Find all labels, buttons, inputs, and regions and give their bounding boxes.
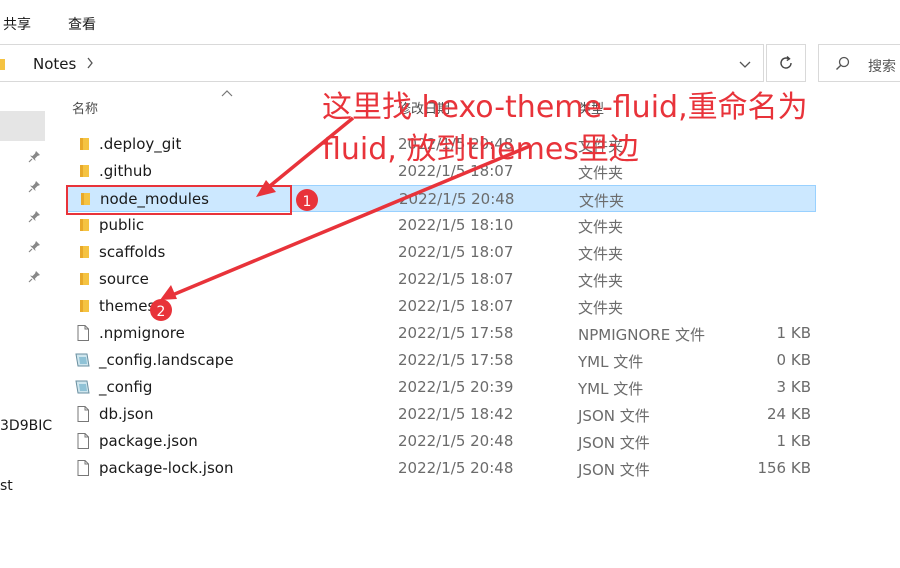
search-icon — [836, 56, 850, 70]
file-name: source — [99, 270, 149, 288]
file-icon — [77, 433, 89, 449]
file-icon — [77, 325, 89, 341]
file-date: 2022/1/5 18:10 — [398, 216, 514, 234]
file-date: 2022/1/5 18:07 — [398, 297, 514, 315]
file-date: 2022/1/5 18:07 — [398, 243, 514, 261]
yml-file-icon — [75, 380, 90, 394]
file-name: themes — [99, 297, 156, 315]
file-date: 2022/1/5 17:58 — [398, 324, 514, 342]
file-type: 文件夹 — [579, 192, 625, 210]
file-row[interactable]: _config 2022/1/5 20:39 YML 文件 3 KB — [66, 374, 816, 401]
file-size: 156 KB — [757, 459, 811, 477]
file-row[interactable]: public 2022/1/5 18:10 文件夹 — [66, 212, 816, 239]
file-row[interactable]: _config.landscape 2022/1/5 17:58 YML 文件 0 K… — [66, 347, 816, 374]
file-row[interactable]: package.json 2022/1/5 20:48 JSON 文件 1 KB — [66, 428, 816, 455]
pin-icon[interactable] — [28, 270, 41, 283]
file-size: 1 KB — [776, 432, 811, 450]
pin-icon[interactable] — [28, 240, 41, 253]
breadcrumb-notes[interactable]: Notes — [33, 55, 76, 73]
nav-item-selected[interactable] — [0, 111, 45, 141]
file-row[interactable]: themes 2022/1/5 18:07 文件夹 — [66, 293, 816, 320]
refresh-icon — [780, 55, 792, 69]
file-size: 3 KB — [776, 378, 811, 396]
navigation-pane — [0, 90, 50, 568]
file-name: .npmignore — [99, 324, 185, 342]
file-type: YML 文件 — [578, 353, 644, 371]
file-size: 1 KB — [776, 324, 811, 342]
file-type: JSON 文件 — [578, 461, 650, 479]
folder-icon — [80, 246, 89, 258]
tab-share[interactable]: 共享 — [3, 14, 31, 34]
folder-icon — [80, 300, 89, 312]
file-date: 2022/1/5 18:07 — [398, 270, 514, 288]
annotation-line-2: fluid, 放到themes里边 — [322, 132, 639, 167]
nav-item-drive[interactable]: 3D9BIC — [0, 418, 52, 434]
file-date: 2022/1/5 20:48 — [398, 432, 514, 450]
file-size: 24 KB — [767, 405, 811, 423]
file-name: .deploy_git — [99, 135, 182, 153]
file-name: public — [99, 216, 145, 234]
file-name: db.json — [99, 405, 154, 423]
search-placeholder: 搜索 — [868, 59, 896, 75]
folder-icon — [80, 219, 89, 231]
file-type: JSON 文件 — [578, 407, 650, 425]
file-type: NPMIGNORE 文件 — [578, 326, 705, 344]
file-size: 0 KB — [776, 351, 811, 369]
pin-icon[interactable] — [28, 150, 41, 163]
file-type: 文件夹 — [578, 272, 624, 290]
file-date: 2022/1/5 18:42 — [398, 405, 514, 423]
file-name: package-lock.json — [99, 459, 234, 477]
file-date: 2022/1/5 17:58 — [398, 351, 514, 369]
file-name: package.json — [99, 432, 198, 450]
folder-icon — [0, 59, 5, 70]
file-name: _config.landscape — [99, 351, 234, 369]
file-row[interactable]: db.json 2022/1/5 18:42 JSON 文件 24 KB — [66, 401, 816, 428]
file-type: YML 文件 — [578, 380, 644, 398]
file-type: 文件夹 — [578, 218, 624, 236]
yml-file-icon — [75, 353, 90, 367]
file-row[interactable]: source 2022/1/5 18:07 文件夹 — [66, 266, 816, 293]
file-row[interactable]: package-lock.json 2022/1/5 20:48 JSON 文件 15… — [66, 455, 816, 482]
pin-icon[interactable] — [28, 180, 41, 193]
sort-ascending-icon — [221, 90, 233, 97]
file-date: 2022/1/5 20:39 — [398, 378, 514, 396]
highlight-box — [66, 185, 292, 215]
file-date: 2022/1/5 20:48 — [398, 459, 514, 477]
file-icon — [77, 460, 89, 476]
file-name: _config — [99, 378, 153, 396]
folder-icon — [80, 165, 89, 177]
ribbon: 共享 查看 — [0, 0, 900, 43]
file-type: 文件夹 — [578, 299, 624, 317]
pin-icon[interactable] — [28, 210, 41, 223]
chevron-right-icon[interactable] — [86, 57, 94, 69]
refresh-button[interactable] — [766, 44, 806, 82]
folder-icon — [80, 273, 89, 285]
file-name: scaffolds — [99, 243, 166, 261]
annotation-line-1: 这里找 hexo-theme-fluid,重命名为 — [322, 90, 808, 125]
file-row[interactable]: .npmignore 2022/1/5 17:58 NPMIGNORE 文件 1 KB — [66, 320, 816, 347]
folder-icon — [80, 138, 89, 150]
file-date: 2022/1/5 20:48 — [399, 190, 515, 208]
file-icon — [77, 406, 89, 422]
file-row[interactable]: scaffolds 2022/1/5 18:07 文件夹 — [66, 239, 816, 266]
column-header-name[interactable]: 名称 — [72, 98, 98, 117]
file-name: .github — [99, 162, 152, 180]
chevron-down-icon[interactable] — [738, 57, 752, 71]
nav-item-list[interactable]: st — [0, 478, 13, 494]
file-type: 文件夹 — [578, 245, 624, 263]
file-type: JSON 文件 — [578, 434, 650, 452]
address-bar[interactable] — [0, 44, 764, 82]
tab-view[interactable]: 查看 — [68, 14, 96, 34]
